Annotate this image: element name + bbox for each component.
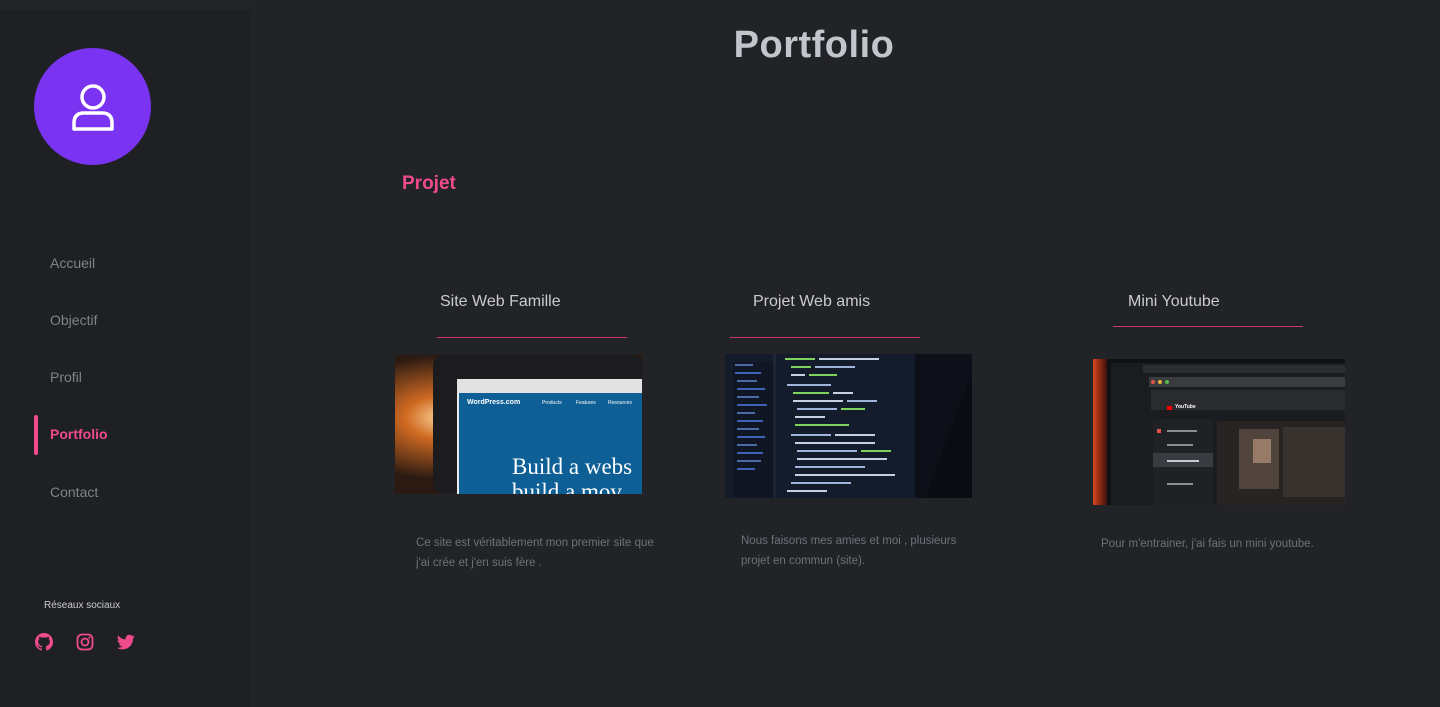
youtube-brand: YouTube bbox=[1175, 404, 1196, 410]
title-underline bbox=[1113, 326, 1303, 327]
nav-item-objectif[interactable]: Objectif bbox=[50, 312, 97, 328]
social-title: Réseaux sociaux bbox=[44, 600, 121, 611]
user-icon bbox=[71, 83, 114, 131]
project-title: Projet Web amis bbox=[753, 293, 871, 310]
nav-item-portfolio[interactable]: Portfolio bbox=[50, 426, 108, 442]
wordpress-brand: WordPress.com bbox=[467, 399, 521, 406]
nav-item-contact[interactable]: Contact bbox=[50, 484, 98, 500]
nav-item-accueil[interactable]: Accueil bbox=[50, 255, 95, 271]
nav-item-profil[interactable]: Profil bbox=[50, 369, 82, 385]
project-title: Mini Youtube bbox=[1128, 293, 1220, 310]
project-image-wordpress[interactable]: WordPress.com Products Features Resource… bbox=[395, 355, 642, 494]
active-nav-indicator bbox=[34, 415, 38, 455]
project-title: Site Web Famille bbox=[440, 293, 561, 310]
project-image-youtube[interactable]: YouTube bbox=[1093, 359, 1345, 505]
sidebar-top-strip bbox=[0, 0, 250, 10]
sidebar: Accueil Objectif Profil Portfolio Contac… bbox=[0, 0, 250, 707]
project-description: Nous faisons mes amies et moi , plusieur… bbox=[741, 535, 957, 567]
title-underline bbox=[437, 337, 627, 338]
wordpress-headline: Build a webs build a mov bbox=[512, 454, 633, 494]
section-title: Projet bbox=[402, 173, 456, 194]
avatar[interactable] bbox=[34, 48, 151, 165]
wordpress-menu-resources: Resources bbox=[608, 400, 632, 406]
title-underline bbox=[730, 337, 920, 338]
instagram-icon[interactable] bbox=[76, 633, 94, 651]
twitter-icon[interactable] bbox=[116, 633, 135, 651]
project-description: Ce site est véritablement mon premier si… bbox=[416, 537, 654, 569]
wordpress-menu-products: Products bbox=[542, 400, 562, 406]
github-icon[interactable] bbox=[35, 633, 53, 651]
project-description: Pour m'entrainer, j'ai fais un mini yout… bbox=[1101, 538, 1314, 550]
project-image-code[interactable] bbox=[725, 354, 972, 498]
page-title: Portfolio bbox=[733, 24, 895, 66]
wordpress-menu-features: Features bbox=[576, 400, 596, 406]
